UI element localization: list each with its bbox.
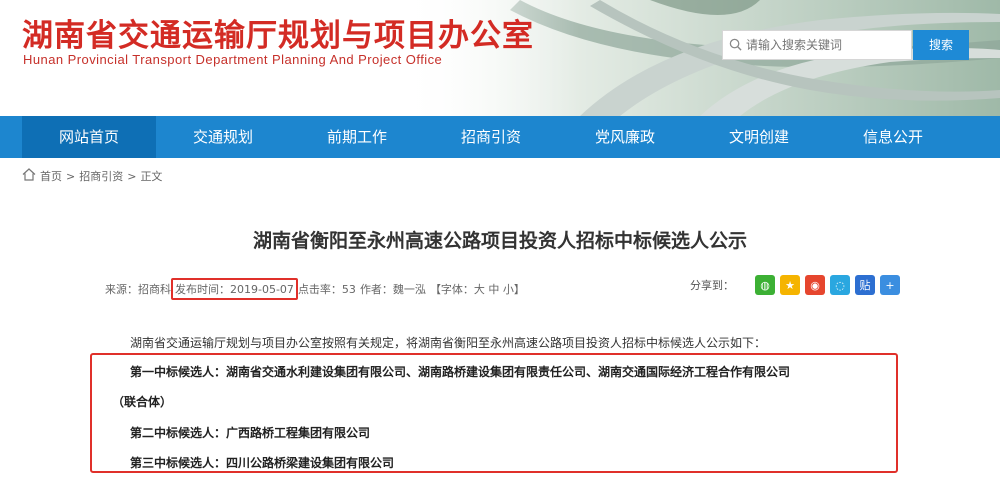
tencent-weibo-share-icon[interactable]: ◌: [830, 275, 850, 295]
nav-item-transport-planning[interactable]: 交通规划: [156, 116, 290, 158]
font-size-control[interactable]: 【字体：大 中 小】: [430, 281, 525, 297]
nav-item-home[interactable]: 网站首页: [22, 116, 156, 158]
nav-item-civilization[interactable]: 文明创建: [692, 116, 826, 158]
third-candidate-line: 第三中标候选人：四川公路桥梁建设集团有限公司: [130, 456, 395, 470]
second-candidate-line: 第二中标候选人：广西路桥工程集团有限公司: [130, 426, 371, 440]
main-nav: 网站首页 交通规划 前期工作 招商引资 党风廉政 文明创建 信息公开: [0, 116, 1000, 158]
search-button[interactable]: 搜索: [913, 30, 969, 60]
site-title: 湖南省交通运输厅规划与项目办公室: [22, 18, 534, 54]
wechat-share-icon[interactable]: ◍: [755, 275, 775, 295]
breadcrumb-separator: >: [127, 169, 137, 183]
article-intro: 湖南省交通运输厅规划与项目办公室按照有关规定，将湖南省衡阳至永州高速公路项目投资…: [130, 336, 767, 350]
tieba-share-icon[interactable]: 贴: [855, 275, 875, 295]
site-header: 湖南省交通运输厅规划与项目办公室 Hunan Provincial Transp…: [0, 0, 1000, 116]
breadcrumb-current: 正文: [140, 170, 163, 183]
search-input[interactable]: [746, 38, 906, 52]
nav-item-info-disclosure[interactable]: 信息公开: [826, 116, 960, 158]
share-bar: 分享到： ◍ ★ ◉ ◌ 贴 +: [690, 275, 900, 295]
share-label: 分享到：: [690, 279, 734, 292]
more-share-icon[interactable]: +: [880, 275, 900, 295]
breadcrumb-section[interactable]: 招商引资: [79, 168, 123, 184]
nav-item-integrity[interactable]: 党风廉政: [558, 116, 692, 158]
nav-item-investment[interactable]: 招商引资: [424, 116, 558, 158]
qzone-share-icon[interactable]: ★: [780, 275, 800, 295]
breadcrumb: 首页 > 招商引资 > 正文: [22, 168, 162, 184]
search-icon: [729, 36, 742, 55]
meta-source: 来源：招商科: [105, 283, 171, 296]
first-candidate-consortium: （联合体）: [112, 395, 173, 409]
breadcrumb-separator: >: [66, 169, 76, 183]
article-meta: 来源：招商科 发布时间：2019-05-07 点击率：53 作者：魏一泓 【字体…: [105, 278, 525, 300]
site-subtitle: Hunan Provincial Transport Department Pl…: [23, 52, 443, 67]
nav-item-preliminary-work[interactable]: 前期工作: [290, 116, 424, 158]
meta-clicks: 点击率：53: [297, 283, 356, 296]
meta-publish-date: 发布时间：2019-05-07: [171, 278, 298, 300]
home-icon: [22, 168, 36, 184]
meta-author: 作者：魏一泓: [359, 283, 426, 296]
search-box: [722, 30, 912, 60]
weibo-share-icon[interactable]: ◉: [805, 275, 825, 295]
article-title: 湖南省衡阳至永州高速公路项目投资人招标中标候选人公示: [252, 230, 747, 252]
breadcrumb-home[interactable]: 首页: [40, 168, 62, 184]
first-candidate-line: 第一中标候选人：湖南省交通水利建设集团有限公司、湖南路桥建设集团有限责任公司、湖…: [130, 365, 791, 379]
